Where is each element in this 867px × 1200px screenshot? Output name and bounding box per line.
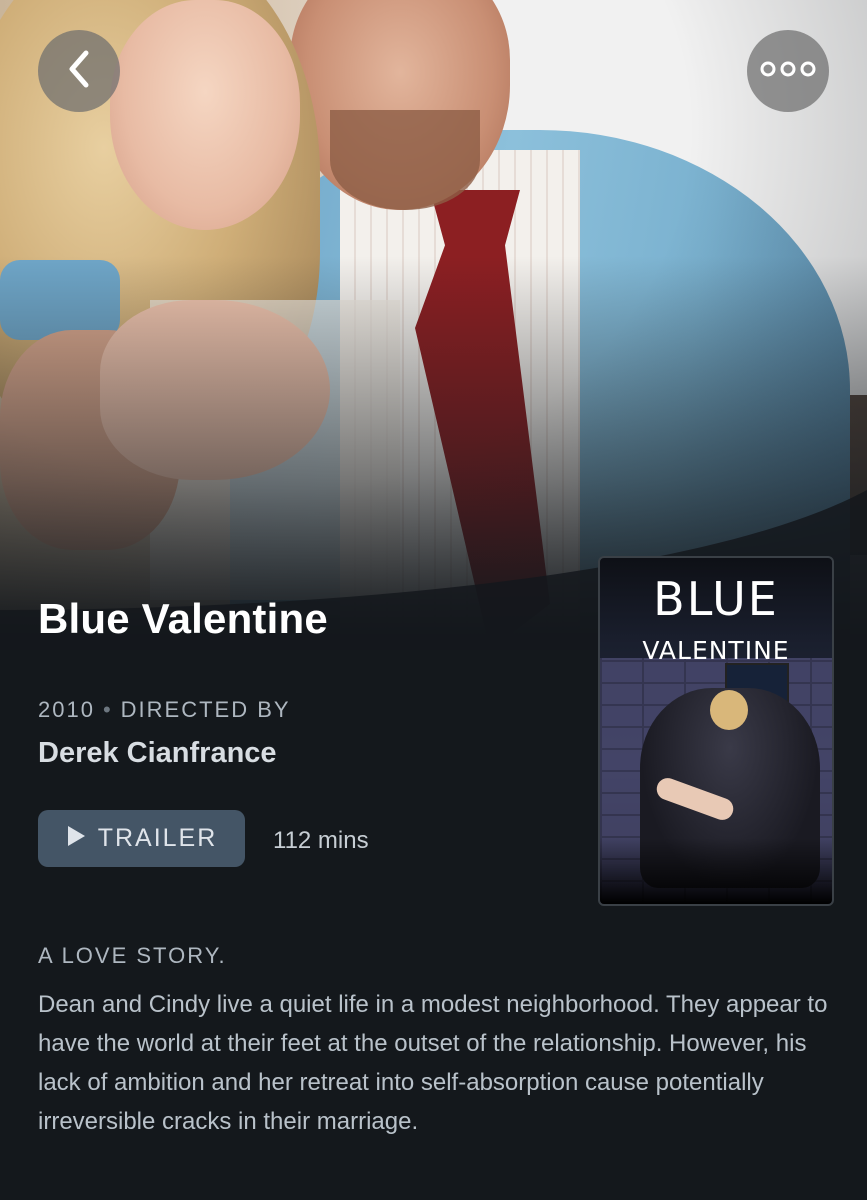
back-button[interactable] [38, 30, 120, 112]
film-title: Blue Valentine [38, 595, 328, 642]
chevron-left-icon [64, 49, 94, 94]
release-year[interactable]: 2010 [38, 697, 95, 722]
film-poster[interactable]: BLUE VALENTINE [598, 556, 834, 906]
runtime: 112 mins [273, 827, 369, 854]
more-options-button[interactable] [747, 30, 829, 112]
separator-dot: • [102, 697, 113, 722]
poster-title-line1: BLUE [653, 572, 779, 626]
directed-by-label: DIRECTED BY [120, 697, 291, 722]
play-icon [66, 825, 86, 852]
tagline: A LOVE STORY. [38, 943, 227, 968]
poster-title-line2: VALENTINE [642, 636, 790, 665]
film-meta: 2010 • DIRECTED BY [38, 697, 291, 723]
ellipsis-icon [760, 61, 816, 82]
director-name[interactable]: Derek Cianfrance [38, 737, 277, 770]
trailer-button[interactable]: TRAILER [38, 810, 245, 867]
synopsis[interactable]: Dean and Cindy live a quiet life in a mo… [38, 985, 838, 1141]
trailer-label: TRAILER [97, 824, 218, 852]
